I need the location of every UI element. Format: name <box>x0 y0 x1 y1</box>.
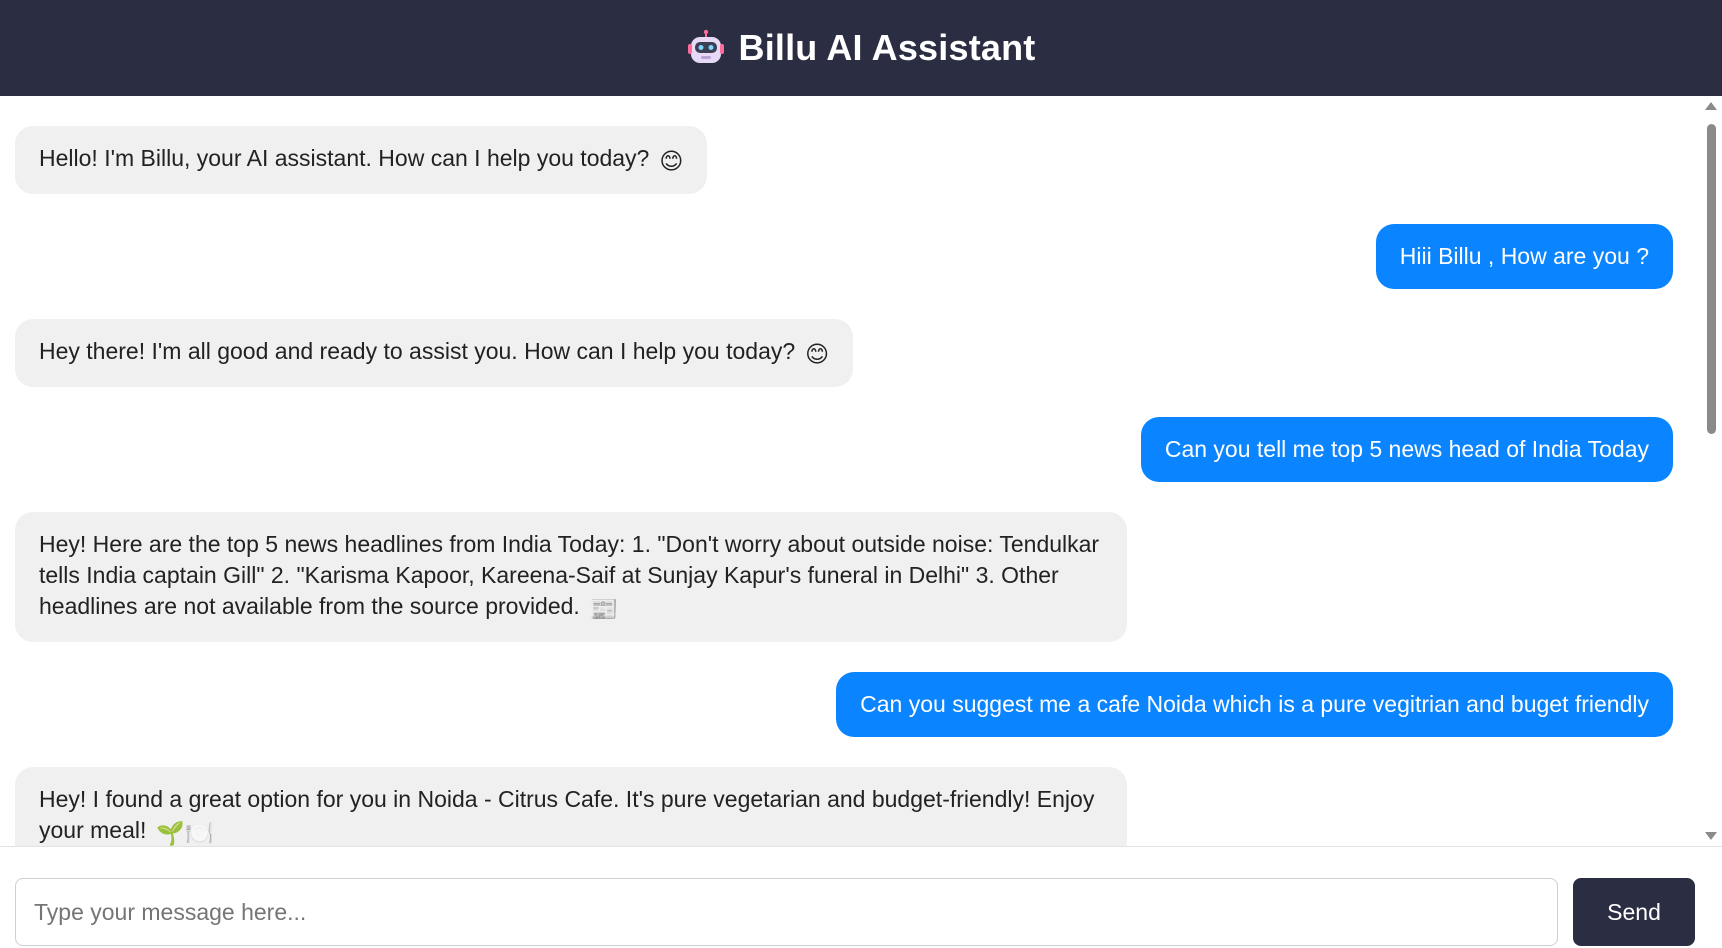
user-message-bubble: Can you suggest me a cafe Noida which is… <box>836 672 1673 737</box>
bot-message-bubble: Hello! I'm Billu, your AI assistant. How… <box>15 126 708 194</box>
bot-message-row: Hey! I found a great option for you in N… <box>15 767 1673 846</box>
robot-icon <box>687 29 724 63</box>
message-text: Can you tell me top 5 news head of India… <box>1164 436 1649 462</box>
emoji-icon: 😊 <box>659 148 684 174</box>
scroll-down-icon[interactable] <box>1705 832 1717 840</box>
message-text: Hey there! I'm all good and ready to ass… <box>39 338 796 364</box>
composer: Send <box>0 846 1722 948</box>
user-message-row: Can you suggest me a cafe Noida which is… <box>15 672 1673 737</box>
emoji-icon: 🌱🍽️ <box>156 820 214 846</box>
emoji-icon: 😊 <box>805 341 830 367</box>
bot-message-row: Hello! I'm Billu, your AI assistant. How… <box>15 126 1673 194</box>
emoji-icon: 📰 <box>589 596 619 622</box>
send-button[interactable]: Send <box>1573 878 1695 946</box>
chat-scrollbar[interactable] <box>1700 96 1722 846</box>
scroll-up-icon[interactable] <box>1705 102 1717 110</box>
message-text: Hey! Here are the top 5 news headlines f… <box>39 531 1100 619</box>
bot-message-bubble: Hey! I found a great option for you in N… <box>15 767 1127 846</box>
scroll-thumb[interactable] <box>1707 124 1716 434</box>
message-text: Hiii Billu , How are you ? <box>1399 243 1649 269</box>
message-text: Can you suggest me a cafe Noida which is… <box>860 691 1649 717</box>
app-header: Billu AI Assistant <box>0 0 1722 96</box>
bot-message-row: Hey there! I'm all good and ready to ass… <box>15 319 1673 387</box>
bot-message-bubble: Hey there! I'm all good and ready to ass… <box>15 319 854 387</box>
message-text: Hello! I'm Billu, your AI assistant. How… <box>39 145 650 171</box>
bot-message-bubble: Hey! Here are the top 5 news headlines f… <box>15 512 1127 642</box>
user-message-bubble: Can you tell me top 5 news head of India… <box>1140 417 1673 482</box>
user-message-row: Hiii Billu , How are you ? <box>15 224 1673 289</box>
page-title: Billu AI Assistant <box>738 27 1036 68</box>
user-message-row: Can you tell me top 5 news head of India… <box>15 417 1673 482</box>
chat-area[interactable]: Hello! I'm Billu, your AI assistant. How… <box>0 96 1722 846</box>
bot-message-row: Hey! Here are the top 5 news headlines f… <box>15 512 1673 642</box>
message-list: Hello! I'm Billu, your AI assistant. How… <box>15 126 1673 846</box>
user-message-bubble: Hiii Billu , How are you ? <box>1375 224 1673 289</box>
message-input[interactable] <box>15 878 1558 946</box>
